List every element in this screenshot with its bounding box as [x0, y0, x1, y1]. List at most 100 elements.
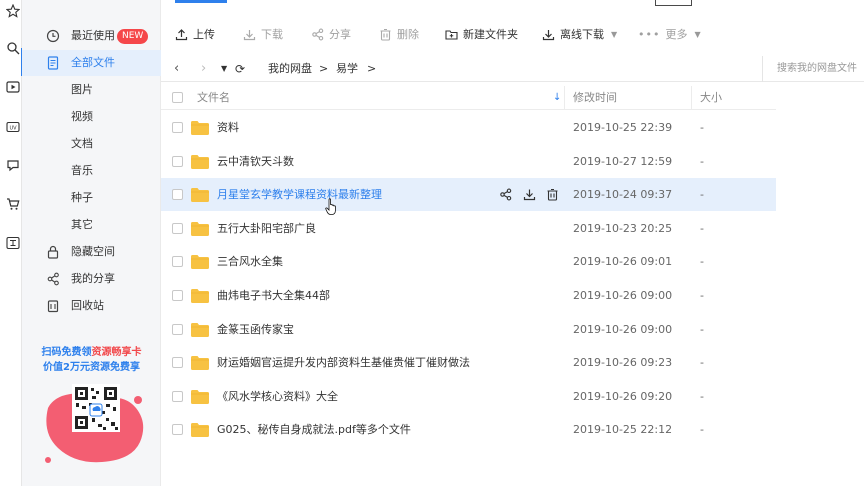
star-icon[interactable]: [6, 4, 20, 18]
breadcrumb-root[interactable]: 我的网盘: [268, 61, 312, 77]
file-modified-time: 2019-10-26 09:00: [573, 289, 673, 302]
file-name[interactable]: 曲炜电子书大全集44部: [217, 288, 330, 303]
breadcrumb-current[interactable]: 易学: [336, 61, 358, 77]
chat-icon[interactable]: [6, 158, 20, 172]
row-checkbox[interactable]: [172, 223, 183, 234]
back-arrow-icon[interactable]: ‹: [174, 61, 179, 77]
column-modified-header[interactable]: 修改时间: [573, 86, 617, 110]
sidebar-item-all-files[interactable]: 全部文件: [22, 50, 161, 76]
table-row[interactable]: 三合风水全集 2019-10-26 09:01 -: [161, 245, 776, 278]
svg-text:UV: UV: [9, 126, 17, 132]
row-checkbox[interactable]: [172, 391, 183, 402]
row-checkbox[interactable]: [172, 290, 183, 301]
table-row[interactable]: 金篆玉函传家宝 2019-10-26 09:00 -: [161, 313, 776, 346]
uv-icon[interactable]: UV: [6, 120, 20, 134]
file-name[interactable]: 财运婚姻官运提升发内部资料生基催贵催丁催财做法: [217, 355, 470, 370]
sidebar-item-images[interactable]: 图片: [22, 77, 161, 103]
folder-icon: [191, 188, 209, 202]
file-name[interactable]: 资料: [217, 120, 239, 135]
sidebar-item-docs[interactable]: 文档: [22, 131, 161, 157]
row-checkbox[interactable]: [172, 256, 183, 267]
table-row[interactable]: 五行大卦阳宅部广良 2019-10-23 20:25 -: [161, 212, 776, 245]
sort-arrow-icon[interactable]: ↓: [553, 86, 561, 110]
download-icon: [542, 29, 555, 40]
sidebar-item-hidden-space[interactable]: 隐藏空间: [22, 239, 161, 265]
qr-code-promo[interactable]: [40, 378, 150, 468]
table-row[interactable]: 资料 2019-10-25 22:39 -: [161, 111, 776, 144]
sidebar-item-recent[interactable]: 最近使用 NEW: [22, 23, 161, 49]
file-modified-time: 2019-10-27 12:59: [573, 155, 673, 168]
table-row[interactable]: 财运婚姻官运提升发内部资料生基催贵催丁催财做法 2019-10-26 09:23 -: [161, 346, 776, 379]
upload-button[interactable]: 上传: [175, 18, 215, 50]
table-row[interactable]: 月星堂玄学教学课程资料最新整理 2019-10-24 09:37 -: [161, 178, 776, 211]
toolbar: 上传 下载 分享 删除 新建文件夹 离线下载 ▼ ••• 更多 ▼: [161, 18, 864, 50]
share-icon[interactable]: [499, 188, 512, 201]
row-checkbox[interactable]: [172, 122, 183, 133]
download-icon[interactable]: [523, 188, 536, 201]
history-dropdown-icon[interactable]: ▼: [221, 61, 227, 77]
share-label: 分享: [329, 28, 351, 41]
row-checkbox[interactable]: [172, 357, 183, 368]
sidebar-item-recycle-bin[interactable]: 回收站: [22, 293, 161, 319]
file-size: -: [700, 356, 704, 369]
file-modified-time: 2019-10-26 09:20: [573, 390, 673, 403]
file-modified-time: 2019-10-24 09:37: [573, 188, 673, 201]
column-name-header[interactable]: 文件名: [197, 86, 230, 110]
forward-arrow-icon[interactable]: ›: [201, 61, 206, 77]
sidebar-item-label: 最近使用: [71, 29, 115, 42]
sidebar-item-label: 我的分享: [71, 272, 115, 285]
file-name[interactable]: 五行大卦阳宅部广良: [217, 221, 316, 236]
file-name[interactable]: 金篆玉函传家宝: [217, 322, 294, 337]
sidebar: 最近使用 NEW 全部文件 图片 视频 文档 音乐 种子 其它 隐藏空间 我的分…: [22, 0, 161, 486]
select-all-checkbox[interactable]: [172, 92, 183, 103]
more-button[interactable]: ••• 更多 ▼: [638, 18, 701, 50]
refresh-icon[interactable]: ⟳: [235, 61, 245, 77]
file-name[interactable]: 月星堂玄学教学课程资料最新整理: [217, 187, 382, 202]
delete-button[interactable]: 删除: [379, 18, 419, 50]
sidebar-item-label: 回收站: [71, 299, 104, 312]
new-folder-button[interactable]: 新建文件夹: [445, 18, 518, 50]
sidebar-item-label: 音乐: [71, 164, 93, 177]
sidebar-item-label: 全部文件: [71, 56, 115, 69]
translate-icon[interactable]: [6, 236, 20, 250]
table-row[interactable]: 曲炜电子书大全集44部 2019-10-26 09:00 -: [161, 279, 776, 312]
column-size-header[interactable]: 大小: [700, 86, 722, 110]
document-icon: [47, 56, 59, 70]
search-input[interactable]: 搜索我的网盘文件: [762, 56, 864, 82]
folder-icon: [191, 255, 209, 269]
download-button[interactable]: 下载: [243, 18, 283, 50]
table-row[interactable]: 《风水学核心资料》大全 2019-10-26 09:20 -: [161, 380, 776, 413]
upload-label: 上传: [193, 28, 215, 41]
promo-line-1[interactable]: 扫码免费领资源畅享卡: [22, 343, 161, 358]
share-button[interactable]: 分享: [311, 18, 351, 50]
file-size: -: [700, 423, 704, 436]
search-icon[interactable]: [6, 41, 20, 55]
row-checkbox[interactable]: [172, 424, 183, 435]
sidebar-item-label: 视频: [71, 110, 93, 123]
sidebar-item-videos[interactable]: 视频: [22, 104, 161, 130]
sidebar-item-music[interactable]: 音乐: [22, 158, 161, 184]
folder-icon: [191, 423, 209, 437]
file-name[interactable]: 三合风水全集: [217, 254, 283, 269]
offline-download-button[interactable]: 离线下载 ▼: [542, 18, 617, 50]
sidebar-item-other[interactable]: 其它: [22, 212, 161, 238]
file-name[interactable]: 云中清钦天斗数: [217, 154, 294, 169]
cart-icon[interactable]: [6, 197, 20, 211]
sidebar-item-my-shares[interactable]: 我的分享: [22, 266, 161, 292]
download-icon: [243, 29, 256, 40]
file-name[interactable]: G025、秘传自身成就法.pdf等多个文件: [217, 422, 411, 437]
table-row[interactable]: G025、秘传自身成就法.pdf等多个文件 2019-10-25 22:12 -: [161, 413, 776, 446]
row-checkbox[interactable]: [172, 324, 183, 335]
row-checkbox[interactable]: [172, 156, 183, 167]
table-row[interactable]: 云中清钦天斗数 2019-10-27 12:59 -: [161, 145, 776, 178]
column-divider: [691, 86, 692, 110]
promo-line-2[interactable]: 价值2万元资源免费享: [22, 358, 161, 373]
file-name[interactable]: 《风水学核心资料》大全: [217, 389, 338, 404]
sidebar-item-torrents[interactable]: 种子: [22, 185, 161, 211]
chevron-down-icon: ▼: [611, 29, 618, 39]
video-icon[interactable]: [6, 80, 20, 94]
folder-icon: [191, 356, 209, 370]
trash-icon[interactable]: [546, 188, 559, 201]
row-checkbox[interactable]: [172, 189, 183, 200]
file-size: -: [700, 289, 704, 302]
